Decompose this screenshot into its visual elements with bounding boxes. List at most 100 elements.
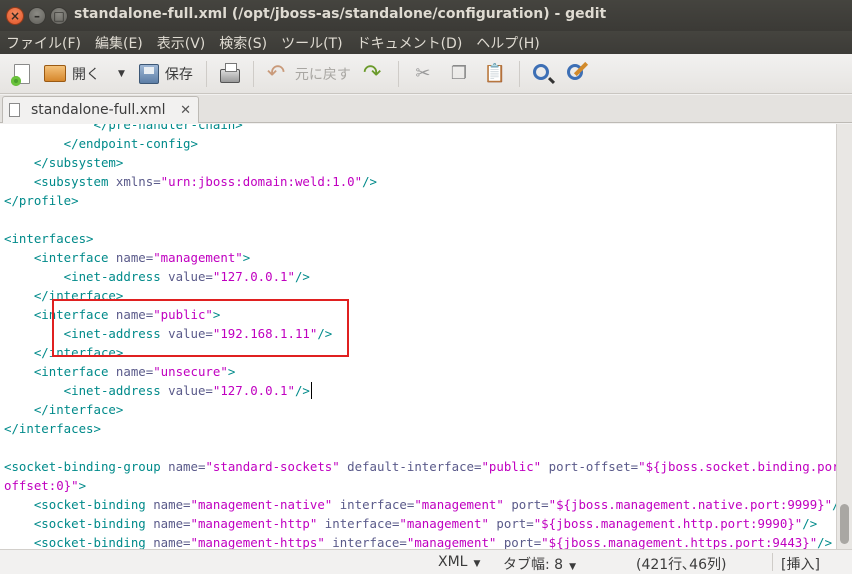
undo-button[interactable]: ↶ 元に戻す (263, 58, 355, 90)
document-tab-bar: standalone-full.xml ✕ (0, 95, 852, 123)
code-line: <interface name="management"> (4, 248, 250, 267)
tab-width-selector[interactable]: タブ幅: 8 ▼ (503, 554, 576, 574)
code-token: <socket-binding (4, 516, 154, 531)
window-maximize-button[interactable]: □ (50, 7, 68, 25)
code-line: </interfaces> (4, 419, 101, 438)
find-button[interactable] (529, 58, 553, 90)
undo-icon: ↶ (266, 60, 286, 86)
chevron-down-icon: ▼ (118, 68, 125, 79)
code-token: "urn:jboss:domain:weld:1.0" (160, 174, 363, 189)
language-selector[interactable]: XML ▼ (438, 554, 480, 570)
code-token: <inet-address (4, 269, 169, 284)
menu-search[interactable]: 検索(S) (219, 33, 267, 53)
code-token: > (78, 478, 87, 493)
print-button[interactable] (216, 58, 244, 90)
code-token: name= (153, 535, 191, 549)
open-recent-dropdown[interactable]: ▼ (104, 58, 129, 90)
code-line: <inet-address value="127.0.0.1"/> (4, 381, 310, 400)
tab-close-icon[interactable]: ✕ (180, 103, 191, 118)
code-token: "${jboss.management.https.port:9443}" (541, 535, 818, 549)
code-token: "127.0.0.1" (212, 383, 295, 398)
menu-documents[interactable]: ドキュメント(D) (357, 33, 463, 53)
code-line: </pre-handler-chain> (4, 124, 243, 134)
menu-help[interactable]: ヘルプ(H) (476, 33, 539, 53)
redo-button[interactable]: ↷ (359, 58, 389, 90)
new-document-button[interactable] (8, 58, 34, 90)
code-token: <socket-binding-group (4, 459, 169, 474)
document-tab[interactable]: standalone-full.xml ✕ (2, 96, 199, 123)
open-button[interactable]: 開く (40, 58, 104, 90)
code-token: /> (294, 269, 310, 284)
cut-icon: ✂ (415, 62, 431, 84)
toolbar-separator (205, 60, 207, 87)
code-token: > (227, 364, 236, 379)
window-title: standalone-full.xml (/opt/jboss-as/stand… (74, 6, 607, 22)
code-token: /> (294, 383, 310, 398)
code-token: value= (168, 269, 213, 284)
open-label: 開く (72, 66, 100, 83)
code-token: </interfaces> (4, 421, 101, 436)
code-line: offset:0}"> (4, 476, 86, 495)
code-token: <interface (4, 250, 116, 265)
find-replace-icon (566, 64, 583, 80)
code-line: </subsystem> (4, 153, 124, 172)
code-token: "127.0.0.1" (212, 269, 295, 284)
save-button[interactable]: 保存 (135, 58, 197, 90)
copy-button[interactable]: ❐ (444, 58, 474, 90)
code-token: "standard-sockets" (205, 459, 340, 474)
code-line: </profile> (4, 191, 79, 210)
window-close-button[interactable]: × (6, 7, 24, 25)
menu-edit[interactable]: 編集(E) (95, 33, 143, 53)
menu-bar: ファイル(F) 編集(E) 表示(V) 検索(S) ツール(T) ドキュメント(… (0, 31, 852, 54)
save-label: 保存 (164, 66, 193, 83)
menu-view[interactable]: 表示(V) (157, 33, 206, 53)
insert-mode: [挿入] (781, 557, 820, 573)
code-line: <socket-binding-group name="standard-soc… (4, 457, 836, 476)
undo-label: 元に戻す (294, 66, 351, 83)
code-token: default-interface= (339, 459, 482, 474)
code-token: "management" (399, 516, 489, 531)
code-line: <interfaces> (4, 229, 94, 248)
code-token: port= (503, 497, 549, 512)
save-icon (138, 63, 159, 84)
find-replace-button[interactable] (563, 58, 587, 90)
status-separator (772, 553, 773, 571)
code-token: port= (496, 535, 542, 549)
code-token: </endpoint-config> (4, 136, 198, 151)
menu-file[interactable]: ファイル(F) (6, 33, 81, 53)
toolbar-separator (397, 60, 399, 87)
code-token: name= (168, 459, 206, 474)
code-token: name= (153, 516, 191, 531)
code-token: "public" (481, 459, 542, 474)
new-document-icon (11, 63, 30, 86)
code-token: name= (115, 250, 154, 265)
code-token: port= (488, 516, 534, 531)
code-token: <inet-address (4, 383, 169, 398)
code-line: </endpoint-config> (4, 134, 198, 153)
toolbar-separator (252, 60, 254, 87)
code-line: <socket-binding name="management-http" i… (4, 514, 817, 533)
title-bar[interactable]: × – □ standalone-full.xml (/opt/jboss-as… (0, 0, 852, 31)
code-line: <interface name="unsecure"> (4, 362, 235, 381)
copy-icon: ❐ (450, 62, 467, 84)
code-line: <socket-binding name="management-https" … (4, 533, 832, 549)
code-token: /> (362, 174, 378, 189)
code-line: <socket-binding name="management-native"… (4, 495, 836, 514)
scrollbar-thumb[interactable] (840, 504, 849, 544)
code-token: <socket-binding (4, 497, 154, 512)
code-token: </profile> (4, 193, 79, 208)
cut-button[interactable]: ✂ (408, 58, 438, 90)
tab-label: standalone-full.xml (31, 102, 166, 118)
find-icon (532, 64, 549, 80)
code-token: </subsystem> (4, 155, 124, 170)
code-token: interface= (324, 535, 407, 549)
window-minimize-button[interactable]: – (28, 7, 46, 25)
code-token: interface= (317, 516, 400, 531)
gedit-window: × – □ standalone-full.xml (/opt/jboss-as… (0, 0, 852, 574)
code-token: "management" (406, 535, 497, 549)
text-editor[interactable]: </pre-handler-chain> </endpoint-config> … (0, 124, 836, 549)
paste-button[interactable]: 📋 (480, 58, 510, 90)
vertical-scrollbar[interactable] (836, 124, 852, 549)
menu-tools[interactable]: ツール(T) (281, 33, 342, 53)
close-icon: × (9, 9, 21, 23)
